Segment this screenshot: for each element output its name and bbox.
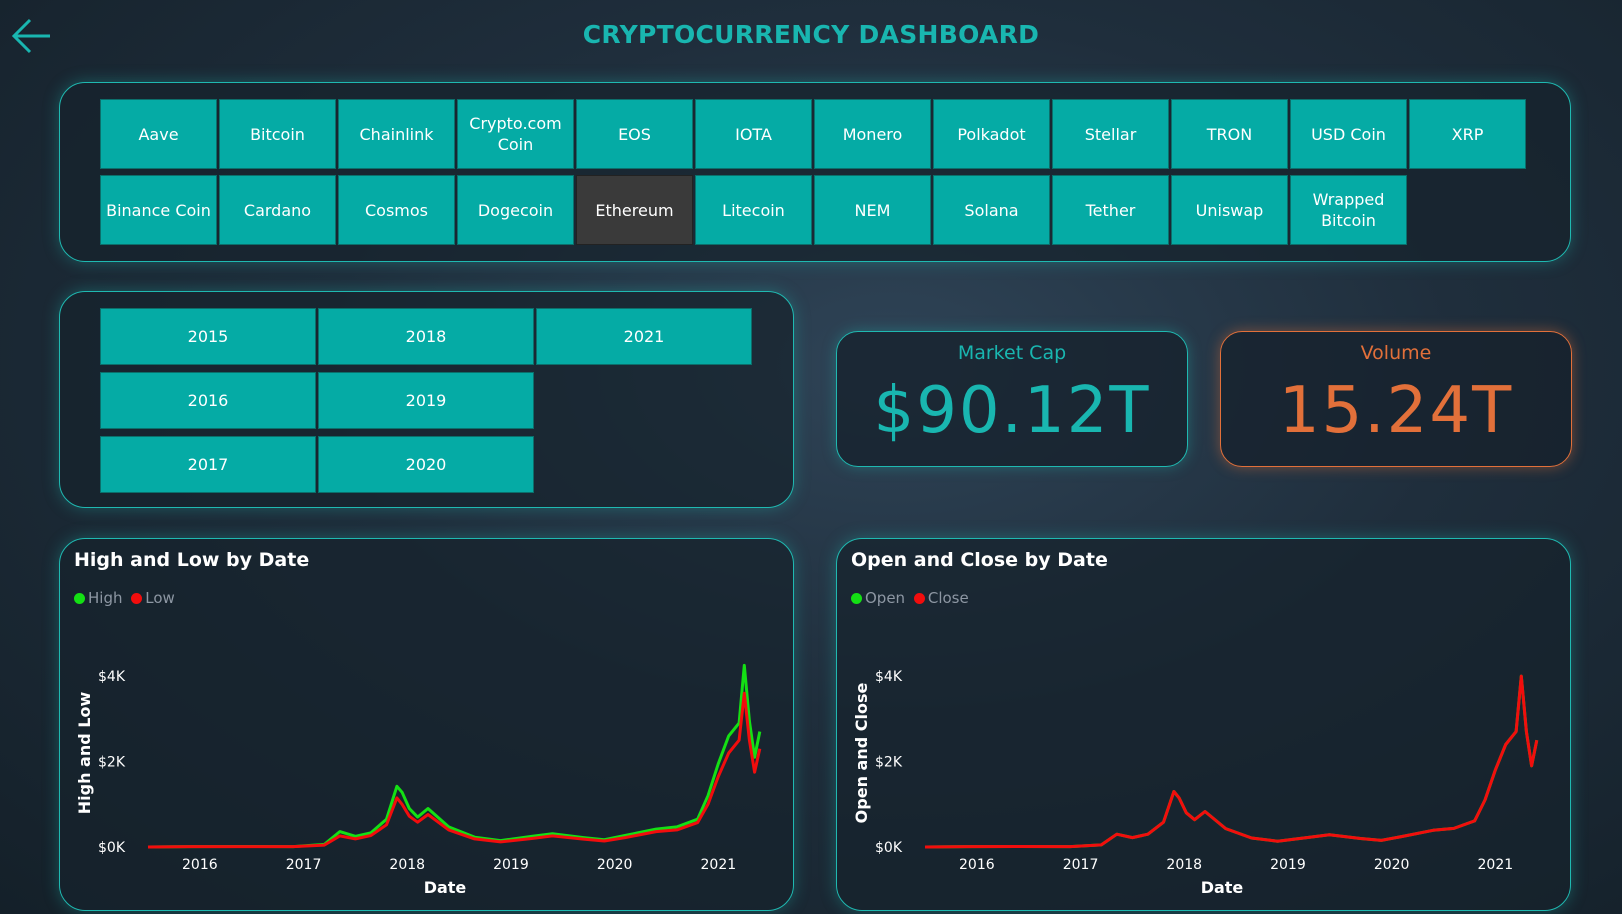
x-axis-title: Date xyxy=(424,878,467,897)
coin-tile-dogecoin[interactable]: Dogecoin xyxy=(457,175,574,245)
y-tick-label: $2K xyxy=(98,755,126,771)
y-axis-title: High and Low xyxy=(75,692,94,815)
coin-tile-monero[interactable]: Monero xyxy=(814,99,931,169)
coin-tile-uniswap[interactable]: Uniswap xyxy=(1171,175,1288,245)
coin-tile-aave[interactable]: Aave xyxy=(100,99,217,169)
y-tick-label: $0K xyxy=(875,840,903,856)
year-tile-2020[interactable]: 2020 xyxy=(318,436,534,493)
coin-tile-crypto-com-coin[interactable]: Crypto.com Coin xyxy=(457,99,574,169)
y-tick-label: $4K xyxy=(98,669,126,685)
x-tick-label: 2016 xyxy=(182,857,218,873)
open-close-plot[interactable]: $0K $2K $4K 2016 2017 2018 2019 2020 2021 Date Ope… xyxy=(837,539,1570,907)
coin-tile-tether[interactable]: Tether xyxy=(1052,175,1169,245)
x-tick-label: 2021 xyxy=(701,857,737,873)
coin-tile-chainlink[interactable]: Chainlink xyxy=(338,99,455,169)
series-line-high[interactable] xyxy=(147,663,762,849)
coin-tile-binance-coin[interactable]: Binance Coin xyxy=(100,175,217,245)
coin-tile-polkadot[interactable]: Polkadot xyxy=(933,99,1050,169)
year-tile-2017[interactable]: 2017 xyxy=(100,436,316,493)
coin-tile-tron[interactable]: TRON xyxy=(1171,99,1288,169)
x-tick-label: 2017 xyxy=(1063,857,1099,873)
x-axis-title: Date xyxy=(1201,878,1244,897)
coin-tile-cosmos[interactable]: Cosmos xyxy=(338,175,455,245)
high-low-plot[interactable]: $0K $2K $4K 2016 2017 2018 2019 2020 2021 Date Hig… xyxy=(60,539,793,907)
series-line-low[interactable] xyxy=(147,691,762,849)
coin-tile-ethereum[interactable]: Ethereum xyxy=(576,175,693,245)
coin-tile-usd-coin[interactable]: USD Coin xyxy=(1290,99,1407,169)
year-tile-2015[interactable]: 2015 xyxy=(100,308,316,365)
year-tile-2016[interactable]: 2016 xyxy=(100,372,316,429)
x-tick-label: 2020 xyxy=(597,857,633,873)
x-tick-label: 2019 xyxy=(493,857,529,873)
series-line-open[interactable] xyxy=(924,674,1539,849)
coin-tile-cardano[interactable]: Cardano xyxy=(219,175,336,245)
x-tick-label: 2018 xyxy=(1166,857,1202,873)
x-tick-label: 2019 xyxy=(1270,857,1306,873)
high-low-chart: High and Low by Date High Low $0K $2K $4K 2… xyxy=(59,538,794,911)
coin-tile-eos[interactable]: EOS xyxy=(576,99,693,169)
volume-value: 15.24T xyxy=(1278,374,1514,448)
market-cap-card: Market Cap $90.12T xyxy=(836,331,1188,467)
x-tick-label: 2021 xyxy=(1478,857,1514,873)
y-tick-label: $2K xyxy=(875,755,903,771)
y-tick-label: $4K xyxy=(875,669,903,685)
coin-tile-stellar[interactable]: Stellar xyxy=(1052,99,1169,169)
year-tile-2021[interactable]: 2021 xyxy=(536,308,752,365)
volume-card: Volume 15.24T xyxy=(1220,331,1572,467)
coin-tile-litecoin[interactable]: Litecoin xyxy=(695,175,812,245)
y-axis-title: Open and Close xyxy=(852,683,871,824)
volume-label: Volume xyxy=(1360,342,1432,364)
coin-tile-wrapped-bitcoin[interactable]: Wrapped Bitcoin xyxy=(1290,175,1407,245)
x-tick-label: 2020 xyxy=(1374,857,1410,873)
y-tick-label: $0K xyxy=(98,840,126,856)
coin-tile-xrp[interactable]: XRP xyxy=(1409,99,1526,169)
x-tick-label: 2017 xyxy=(286,857,322,873)
market-cap-value: $90.12T xyxy=(873,374,1151,448)
series-line-close[interactable] xyxy=(924,674,1539,849)
year-tile-2018[interactable]: 2018 xyxy=(318,308,534,365)
coin-tile-iota[interactable]: IOTA xyxy=(695,99,812,169)
year-tile-2019[interactable]: 2019 xyxy=(318,372,534,429)
coin-tile-solana[interactable]: Solana xyxy=(933,175,1050,245)
open-close-chart: Open and Close by Date Open Close $0K $2K… xyxy=(836,538,1571,911)
coin-tile-nem[interactable]: NEM xyxy=(814,175,931,245)
x-tick-label: 2018 xyxy=(389,857,425,873)
page-title: CRYPTOCURRENCY DASHBOARD xyxy=(582,20,1040,49)
x-tick-label: 2016 xyxy=(959,857,995,873)
market-cap-label: Market Cap xyxy=(957,342,1067,364)
coin-tile-bitcoin[interactable]: Bitcoin xyxy=(219,99,336,169)
